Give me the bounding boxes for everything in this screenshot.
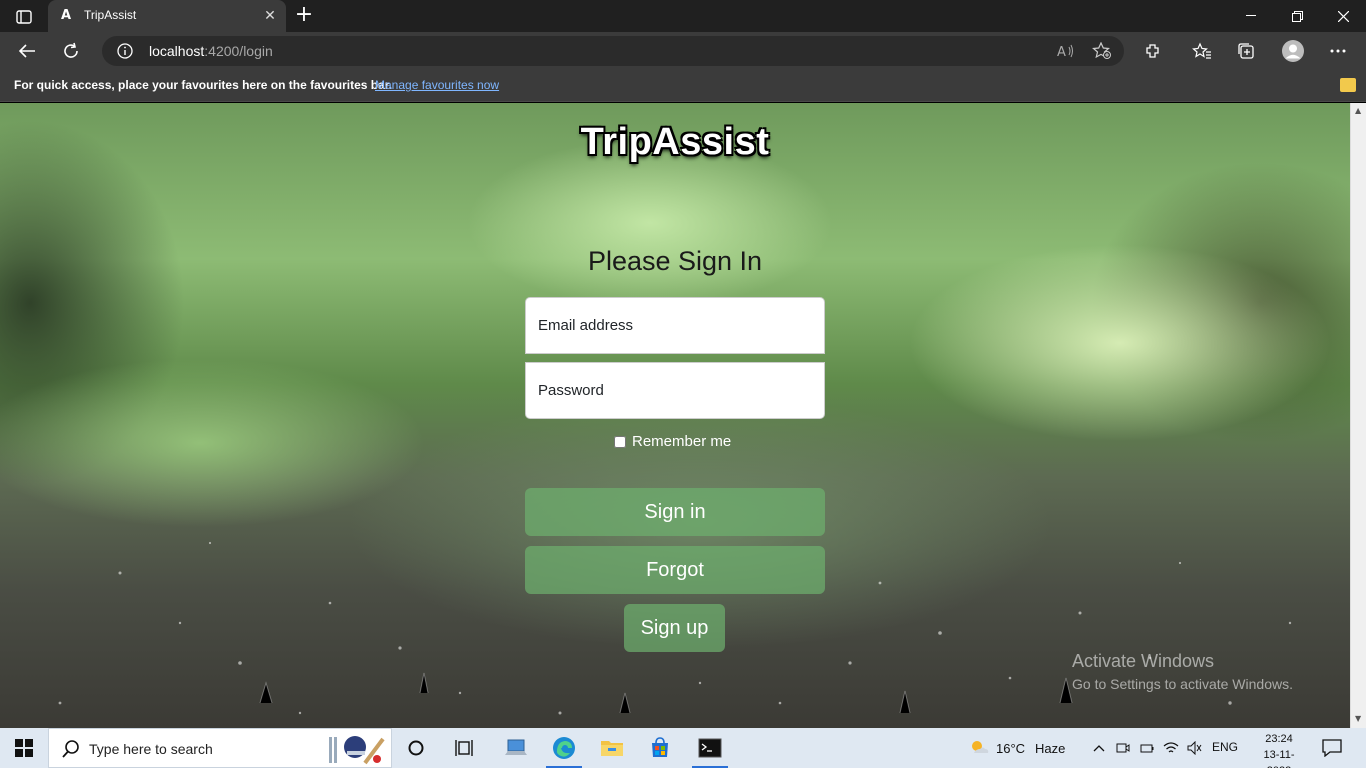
taskbar: Type here to search 16°C Haze ENG 23:24 …	[0, 728, 1366, 768]
battery-icon[interactable]	[1138, 740, 1156, 756]
edge-icon[interactable]	[540, 728, 588, 768]
url-text: localhost:4200/login	[149, 43, 273, 59]
tab-bar: A TripAssist ✕ +	[0, 0, 1366, 32]
remember-me[interactable]: Remember me	[614, 433, 731, 450]
close-window-icon[interactable]	[1320, 0, 1366, 32]
language-indicator[interactable]: ENG	[1212, 740, 1238, 754]
windows-icon[interactable]	[0, 728, 48, 768]
clock-time: 23:24	[1265, 733, 1293, 745]
store-icon[interactable]	[636, 728, 684, 768]
signin-heading: Please Sign In	[587, 246, 763, 276]
minimize-icon[interactable]	[1228, 0, 1274, 32]
url-path: :4200/login	[204, 43, 273, 59]
cortana-icon[interactable]	[392, 728, 440, 768]
notification-icon[interactable]	[1320, 738, 1344, 758]
terminal-icon[interactable]	[686, 728, 734, 768]
scroll-up-icon[interactable]: ▲	[1355, 107, 1363, 115]
close-icon[interactable]: ✕	[262, 8, 278, 24]
browser-toolbar: localhost:4200/login A	[0, 32, 1366, 70]
search-icon	[61, 739, 81, 759]
cricket-art-icon	[325, 733, 387, 765]
clock-date: 13-11-2022	[1263, 749, 1295, 768]
favorite-add-icon[interactable]	[1092, 41, 1112, 61]
address-bar[interactable]: localhost:4200/login A	[102, 36, 1124, 66]
activate-windows-title: Activate Windows	[1072, 651, 1215, 671]
folder-icon[interactable]	[1340, 78, 1356, 92]
activate-windows-watermark: Activate Windows Go to Settings to activ…	[1072, 651, 1293, 692]
remember-me-label: Remember me	[632, 433, 732, 450]
manage-favourites-link[interactable]: Manage favourites now	[375, 78, 499, 92]
extensions-icon[interactable]	[1141, 40, 1165, 62]
weather-icon	[968, 738, 990, 759]
favorites-icon[interactable]	[1190, 40, 1214, 62]
task-view-icon[interactable]	[440, 728, 488, 768]
weather-widget[interactable]: 16°C Haze	[968, 738, 1065, 759]
sign-in-button[interactable]: Sign in	[525, 488, 825, 536]
email-field[interactable]	[525, 297, 825, 354]
search-placeholder: Type here to search	[89, 741, 213, 757]
network-icon[interactable]	[1162, 740, 1180, 756]
weather-temp: 16°C	[996, 741, 1026, 756]
remember-me-checkbox[interactable]	[614, 435, 626, 448]
browser-tab[interactable]: A TripAssist ✕	[48, 0, 286, 32]
collections-icon[interactable]	[1234, 40, 1258, 62]
sign-up-button[interactable]: Sign up	[624, 604, 725, 652]
refresh-icon[interactable]	[56, 37, 86, 65]
meet-now-icon[interactable]	[1114, 740, 1132, 756]
svg-text:A: A	[1057, 45, 1066, 59]
password-field[interactable]	[525, 362, 825, 419]
restore-icon[interactable]	[1274, 0, 1320, 32]
taskbar-search[interactable]: Type here to search	[48, 728, 392, 768]
info-icon[interactable]	[116, 42, 134, 60]
read-aloud-icon[interactable]: A	[1056, 41, 1076, 61]
activate-windows-subtitle: Go to Settings to activate Windows.	[1072, 676, 1293, 692]
tab-title: TripAssist	[84, 8, 137, 22]
plus-icon[interactable]: +	[292, 4, 316, 28]
file-explorer-icon[interactable]	[588, 728, 636, 768]
scroll-down-icon[interactable]: ▼	[1355, 715, 1363, 723]
clock[interactable]: 23:24 13-11-2022	[1252, 731, 1306, 768]
back-icon[interactable]	[12, 37, 42, 65]
weather-desc: Haze	[1035, 741, 1066, 756]
url-host: localhost	[149, 43, 205, 59]
brand-logo: TripAssist	[580, 121, 770, 163]
page-viewport: TripAssist Please Sign In Remember me Si…	[0, 103, 1350, 728]
profile-icon[interactable]	[1280, 38, 1306, 64]
forgot-button[interactable]: Forgot	[525, 546, 825, 594]
a-favicon-icon: A	[60, 8, 72, 23]
chevron-up-icon[interactable]	[1090, 740, 1108, 756]
tab-actions-icon[interactable]	[10, 6, 38, 28]
page-scrollbar[interactable]: ▲ ▼	[1350, 103, 1366, 728]
more-icon[interactable]	[1326, 40, 1350, 62]
favourites-hint: For quick access, place your favourites …	[14, 78, 393, 92]
favourites-bar: For quick access, place your favourites …	[0, 70, 1366, 102]
laptop-app-icon[interactable]	[492, 728, 540, 768]
volume-icon[interactable]	[1186, 740, 1204, 756]
